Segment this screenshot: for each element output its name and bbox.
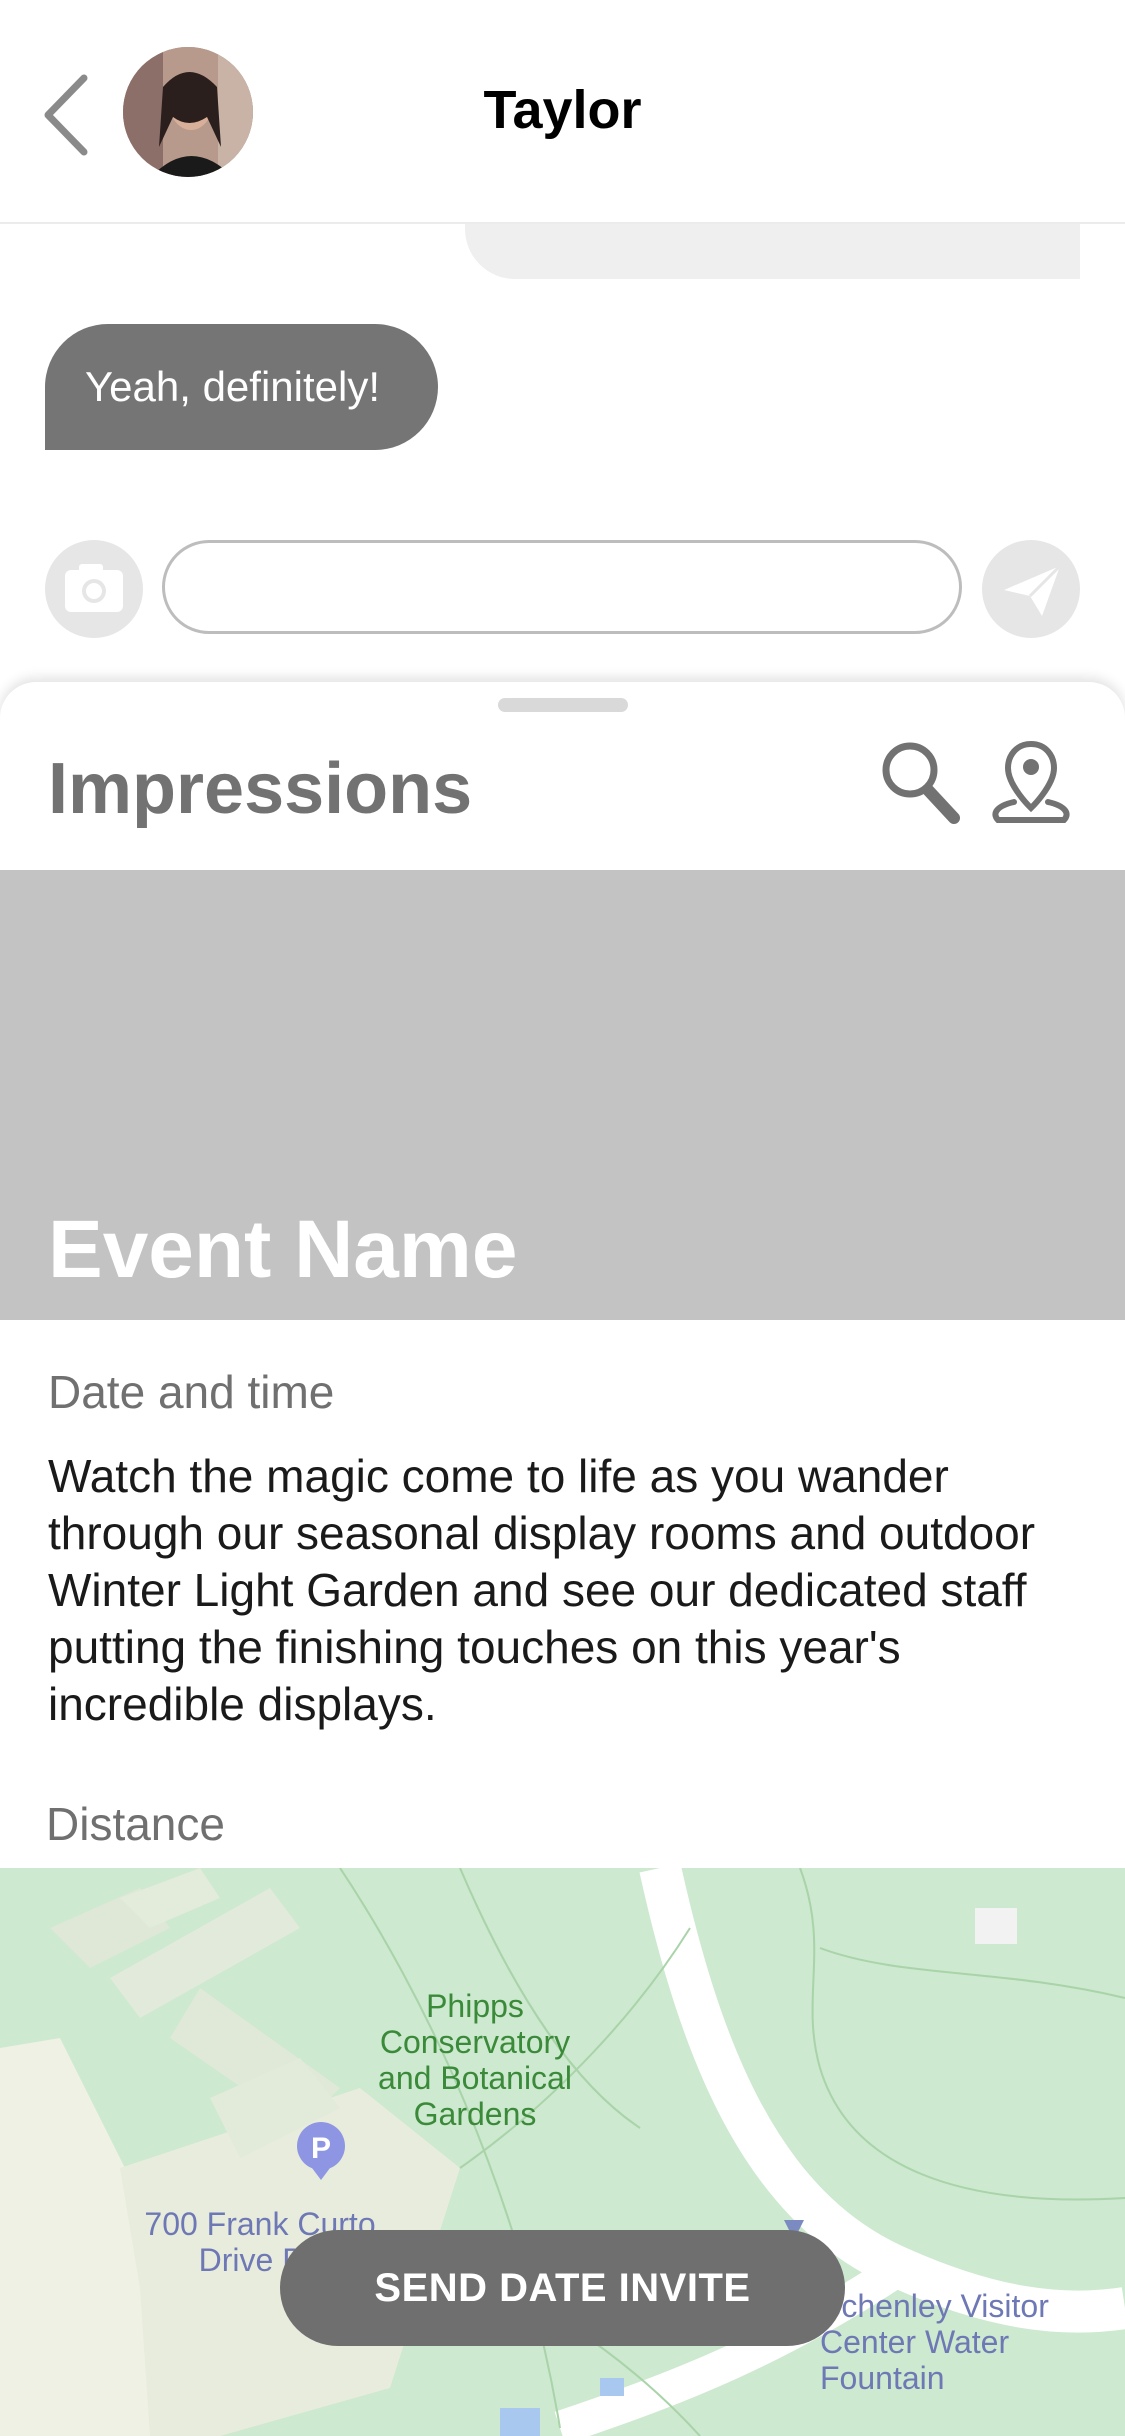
map-visitor-center-label: Schenley Visitor Center Water Fountain xyxy=(820,2288,1049,2396)
event-date-time: Date and time xyxy=(48,1366,335,1418)
chat-header: Taylor xyxy=(0,0,1125,224)
paper-plane-icon xyxy=(1004,564,1062,616)
camera-button[interactable] xyxy=(45,540,143,638)
sheet-drag-handle[interactable] xyxy=(498,698,628,712)
sheet-title: Impressions xyxy=(48,749,473,829)
event-banner-image: Event Name xyxy=(0,870,1125,1320)
send-button[interactable] xyxy=(982,540,1080,638)
event-description: Watch the magic come to life as you wand… xyxy=(48,1450,1036,1730)
message-input[interactable] xyxy=(162,540,962,634)
search-button[interactable] xyxy=(878,736,962,826)
location-button[interactable] xyxy=(986,736,1076,832)
received-message-bubble: Yeah, definitely! xyxy=(45,324,439,450)
event-name: Event Name xyxy=(48,1204,518,1295)
chat-thread: Yeah, definitely! xyxy=(0,224,1125,684)
location-pin-icon xyxy=(992,740,1070,823)
camera-icon xyxy=(65,564,123,612)
search-icon xyxy=(882,742,960,824)
parking-icon-text: P xyxy=(311,2132,331,2165)
sent-message-bubble xyxy=(465,224,1080,279)
distance-label: Distance xyxy=(46,1798,225,1850)
send-date-invite-button[interactable]: SEND DATE INVITE xyxy=(280,2230,845,2346)
contact-name: Taylor xyxy=(483,80,642,140)
map-poi-label: Phipps Conservatory and Botanical Garden… xyxy=(378,1988,572,2132)
event-map[interactable]: P Phipps Conservatory and Botanical Gard… xyxy=(0,1868,1125,2436)
impressions-sheet: Impressions Event Name Date and time Wat… xyxy=(0,682,1125,2436)
